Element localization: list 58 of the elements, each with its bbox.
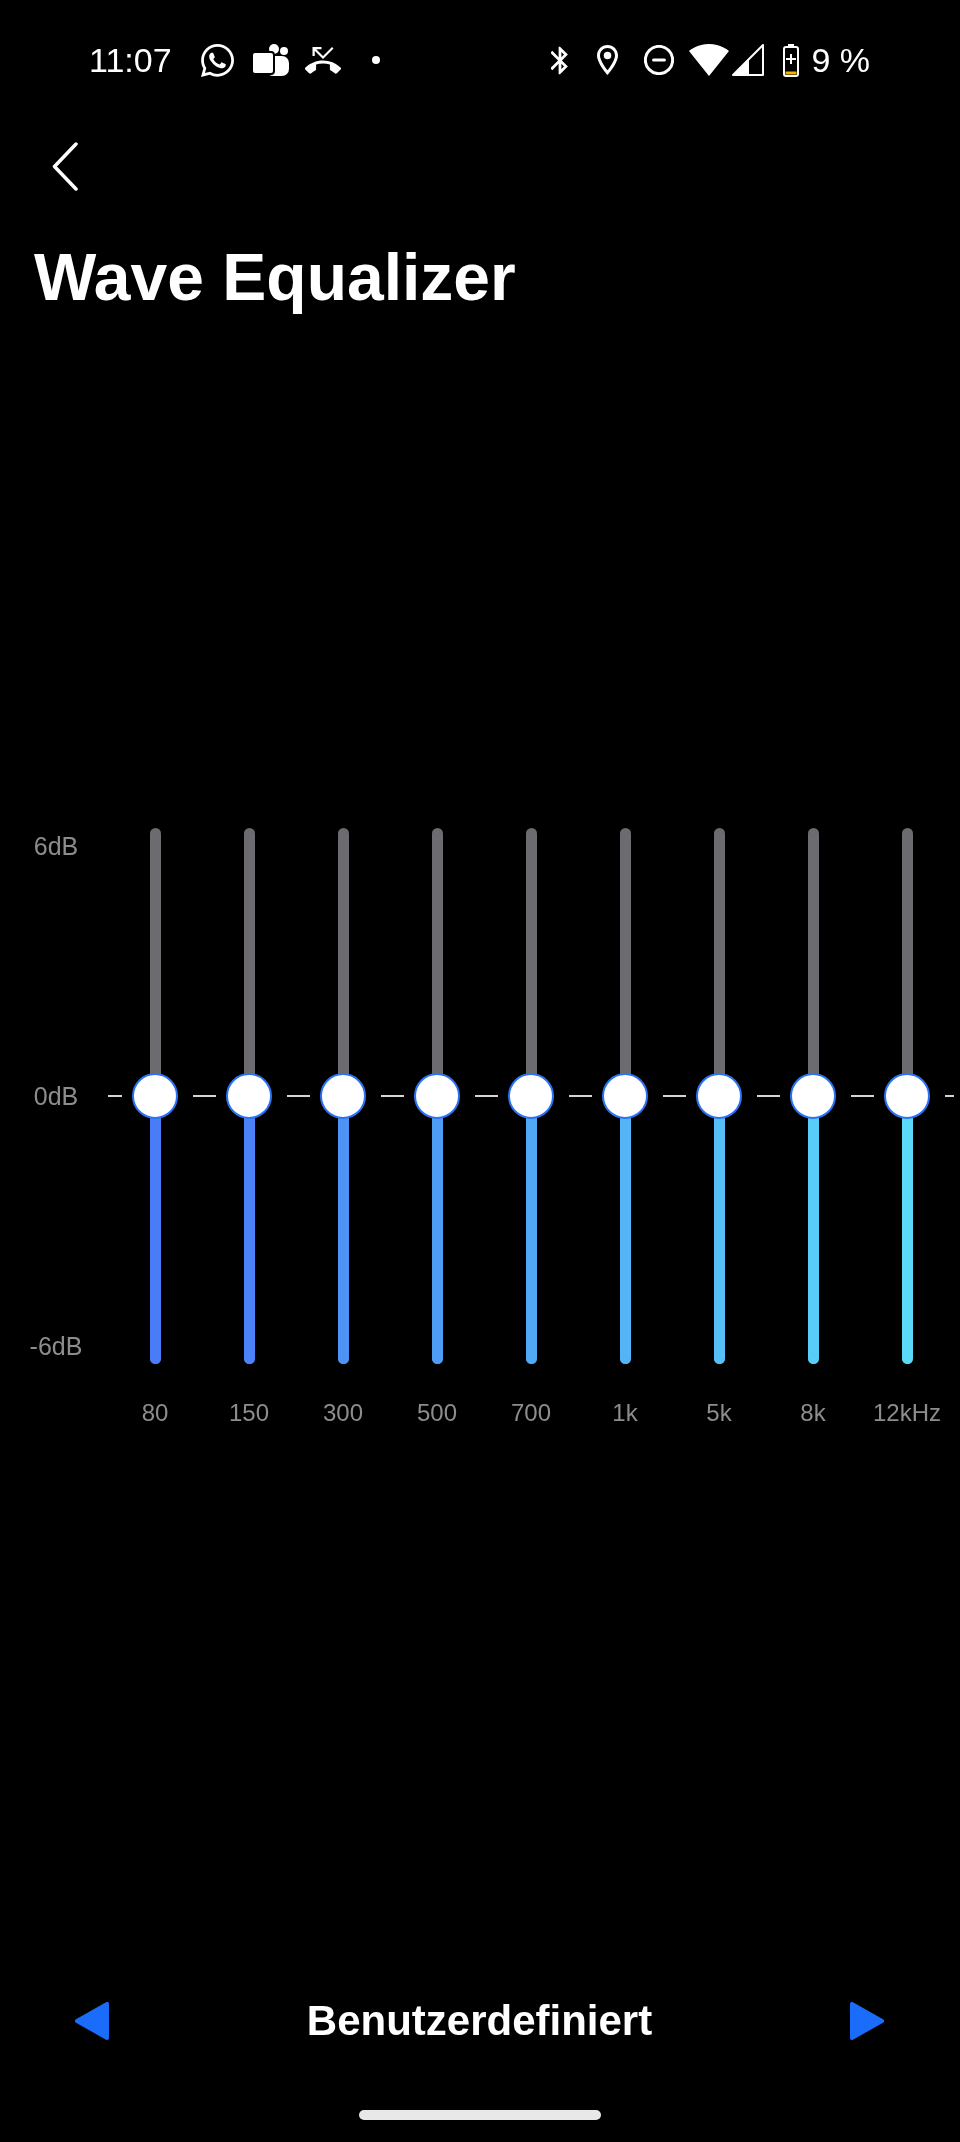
back-icon: [52, 142, 78, 191]
slider-thumb[interactable]: [320, 1073, 366, 1119]
frequency-label: 1k: [612, 1398, 638, 1428]
location-pin-icon: [597, 45, 619, 75]
frequency-label: 300: [322, 1398, 363, 1428]
scale-label: 0dB: [33, 1082, 79, 1110]
slider-thumb[interactable]: [226, 1073, 272, 1119]
right-triangle-icon: [850, 2002, 884, 2040]
battery-icon: [783, 43, 800, 77]
status-time: 11:07: [89, 40, 172, 80]
frequency-label: 500: [416, 1398, 457, 1428]
eq-slider[interactable]: [790, 828, 836, 1364]
eq-slider[interactable]: [226, 828, 272, 1364]
scale-label: -6dB: [29, 1332, 83, 1360]
frequency-label: 12kHz: [873, 1398, 941, 1428]
next-preset-button[interactable]: [850, 2002, 884, 2040]
frequency-label: 150: [228, 1398, 269, 1428]
slider-track[interactable]: [807, 828, 819, 1364]
left-triangle-icon: [75, 2002, 109, 2040]
eq-slider[interactable]: [696, 828, 742, 1364]
eq-slider[interactable]: [132, 828, 178, 1364]
bluetooth-icon: [551, 45, 570, 75]
frequency-label: 5k: [706, 1398, 732, 1428]
slider-track[interactable]: [431, 828, 443, 1364]
phone-bubble-icon: [200, 43, 234, 77]
slider-thumb[interactable]: [884, 1073, 930, 1119]
previous-preset-button[interactable]: [75, 2002, 109, 2040]
slider-track[interactable]: [713, 828, 725, 1364]
slider-track[interactable]: [337, 828, 349, 1364]
eq-slider[interactable]: [508, 828, 554, 1364]
slider-thumb[interactable]: [602, 1073, 648, 1119]
slider-thumb[interactable]: [414, 1073, 460, 1119]
slider-track[interactable]: [149, 828, 161, 1364]
people-tile-icon: [251, 43, 289, 77]
scale-label: 6dB: [33, 832, 79, 860]
frequency-label: 80: [141, 1398, 169, 1428]
slider-thumb[interactable]: [508, 1073, 554, 1119]
slider-thumb[interactable]: [132, 1073, 178, 1119]
dot-icon: [371, 56, 380, 64]
cell-signal-icon: [732, 44, 765, 76]
slider-track[interactable]: [619, 828, 631, 1364]
eq-slider[interactable]: [602, 828, 648, 1364]
slider-track[interactable]: [525, 828, 537, 1364]
slider-thumb[interactable]: [696, 1073, 742, 1119]
frequency-label: 700: [510, 1398, 551, 1428]
missed-call-icon: [304, 46, 341, 74]
eq-slider[interactable]: [320, 828, 366, 1364]
eq-slider[interactable]: [884, 828, 930, 1364]
do-not-disturb-icon: [644, 45, 675, 75]
wifi-icon: [689, 44, 730, 76]
eq-slider[interactable]: [414, 828, 460, 1364]
frequency-label: 8k: [800, 1398, 826, 1428]
preset-name: Benutzerdefiniert: [306, 1998, 653, 2044]
slider-thumb[interactable]: [790, 1073, 836, 1119]
back-button[interactable]: [52, 142, 78, 191]
slider-track[interactable]: [901, 828, 913, 1364]
battery-percentage: 9 %: [811, 40, 870, 80]
slider-track[interactable]: [243, 828, 255, 1364]
